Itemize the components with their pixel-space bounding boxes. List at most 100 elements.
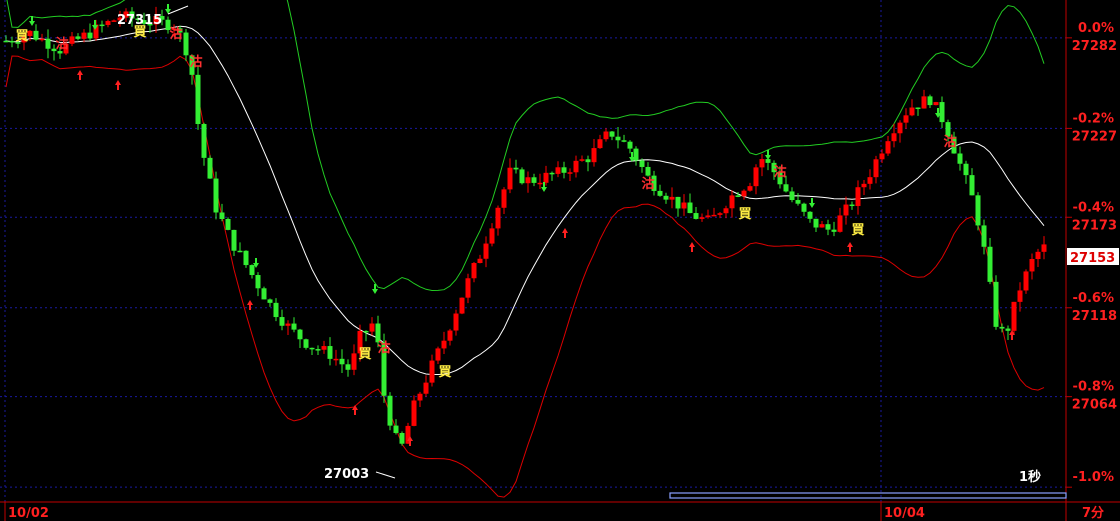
y-tick-price: 27282 bbox=[1072, 39, 1117, 54]
candle-down bbox=[291, 323, 297, 330]
candle-up bbox=[741, 190, 747, 197]
candle-up bbox=[507, 167, 513, 190]
candle-down bbox=[87, 32, 93, 39]
candle-up bbox=[459, 297, 465, 314]
candle-up bbox=[495, 207, 501, 229]
playback-speed-label: 1秒 bbox=[1019, 469, 1041, 485]
candle-up bbox=[543, 172, 549, 183]
candle-down bbox=[615, 136, 621, 141]
candle-down bbox=[549, 172, 555, 175]
candle-down bbox=[261, 288, 267, 300]
time-scrollbar[interactable] bbox=[669, 492, 1067, 499]
candle-down bbox=[387, 395, 393, 426]
candle-down bbox=[3, 40, 9, 43]
candle-up bbox=[111, 20, 117, 22]
lower-band-line bbox=[5, 55, 1045, 498]
candle-down bbox=[957, 153, 963, 164]
candle-up bbox=[861, 183, 867, 188]
sell-signal: 沽 bbox=[943, 134, 956, 150]
candle-down bbox=[279, 317, 285, 326]
candle-down bbox=[267, 299, 273, 303]
last-price-text: 27153 bbox=[1070, 251, 1115, 266]
candle-down bbox=[75, 36, 81, 39]
candle-down bbox=[249, 265, 255, 276]
interval-label[interactable]: 7分 bbox=[1082, 505, 1104, 521]
y-tick-price: 27064 bbox=[1072, 398, 1117, 413]
x-date-label-1: 10/02 bbox=[8, 506, 49, 521]
candle-down bbox=[693, 213, 699, 219]
low-marker-line bbox=[375, 471, 396, 479]
candle-down bbox=[315, 349, 321, 351]
candle-up bbox=[105, 21, 111, 25]
candle-down bbox=[915, 107, 921, 110]
candle-up bbox=[885, 141, 891, 154]
candle-up bbox=[573, 160, 579, 173]
candle-up bbox=[423, 382, 429, 394]
candle-up bbox=[1011, 301, 1017, 331]
candle-down bbox=[195, 74, 201, 125]
candle-down bbox=[237, 250, 243, 253]
candle-up bbox=[891, 133, 897, 142]
candle-up bbox=[435, 348, 441, 361]
candle-down bbox=[255, 275, 261, 289]
candle-down bbox=[621, 140, 627, 142]
candle-down bbox=[645, 166, 651, 176]
candle-up bbox=[411, 400, 417, 426]
candle-up bbox=[489, 228, 495, 244]
sell-signal: 沽 bbox=[55, 36, 68, 52]
candle-down bbox=[999, 326, 1005, 329]
candle-down bbox=[789, 191, 795, 201]
up-arrow-icon bbox=[352, 405, 358, 415]
candle-down bbox=[783, 184, 789, 192]
buy-signal: 買 bbox=[15, 29, 28, 44]
candle-up bbox=[873, 159, 879, 178]
candle-down bbox=[375, 323, 381, 343]
candle-down bbox=[513, 167, 519, 170]
candle-up bbox=[429, 360, 435, 383]
grid bbox=[0, 0, 1066, 502]
candle-up bbox=[69, 36, 75, 44]
candle-down bbox=[825, 224, 831, 230]
candle-down bbox=[339, 358, 345, 365]
candle-up bbox=[747, 186, 753, 191]
y-tick-price: 27118 bbox=[1072, 309, 1117, 324]
candle-up bbox=[933, 102, 939, 106]
high-marker-line bbox=[167, 5, 189, 15]
candle-up bbox=[669, 196, 675, 200]
sell-signal: 沽 bbox=[189, 54, 202, 70]
bollinger-bands bbox=[5, 0, 1045, 498]
candle-down bbox=[327, 346, 333, 359]
candle-down bbox=[975, 195, 981, 226]
candle-up bbox=[369, 323, 375, 332]
candle-down bbox=[531, 177, 537, 183]
candle-up bbox=[705, 215, 711, 218]
candle-down bbox=[639, 160, 645, 167]
candle-up bbox=[921, 96, 927, 109]
candle-up bbox=[897, 122, 903, 134]
candle-down bbox=[963, 163, 969, 176]
candle-up bbox=[837, 215, 843, 232]
y-tick-price: 27227 bbox=[1072, 129, 1117, 144]
up-arrow-icon bbox=[562, 228, 568, 238]
candle-up bbox=[603, 131, 609, 140]
candle-down bbox=[345, 364, 351, 370]
sell-signal: 沽 bbox=[641, 176, 654, 192]
low-marker-label: 27003 bbox=[324, 467, 369, 482]
candle-down bbox=[927, 96, 933, 106]
y-tick-price: 27173 bbox=[1072, 218, 1117, 233]
candle-up bbox=[321, 346, 327, 350]
y-tick-pct: -1.0% bbox=[1073, 470, 1114, 485]
candle-up bbox=[1041, 244, 1047, 252]
candle-down bbox=[987, 246, 993, 282]
up-arrow-icon bbox=[115, 80, 121, 90]
candle-up bbox=[867, 177, 873, 184]
high-marker-label: 27315 bbox=[117, 13, 162, 28]
down-arrow-icon bbox=[165, 4, 171, 14]
candle-down bbox=[663, 195, 669, 200]
buy-signal: 買 bbox=[738, 207, 751, 222]
y-tick-pct: 0.0% bbox=[1078, 21, 1114, 36]
y-tick-pct: -0.8% bbox=[1073, 380, 1114, 395]
up-arrow-icon bbox=[689, 242, 695, 252]
candle-down bbox=[939, 102, 945, 123]
candle-up bbox=[759, 159, 765, 168]
